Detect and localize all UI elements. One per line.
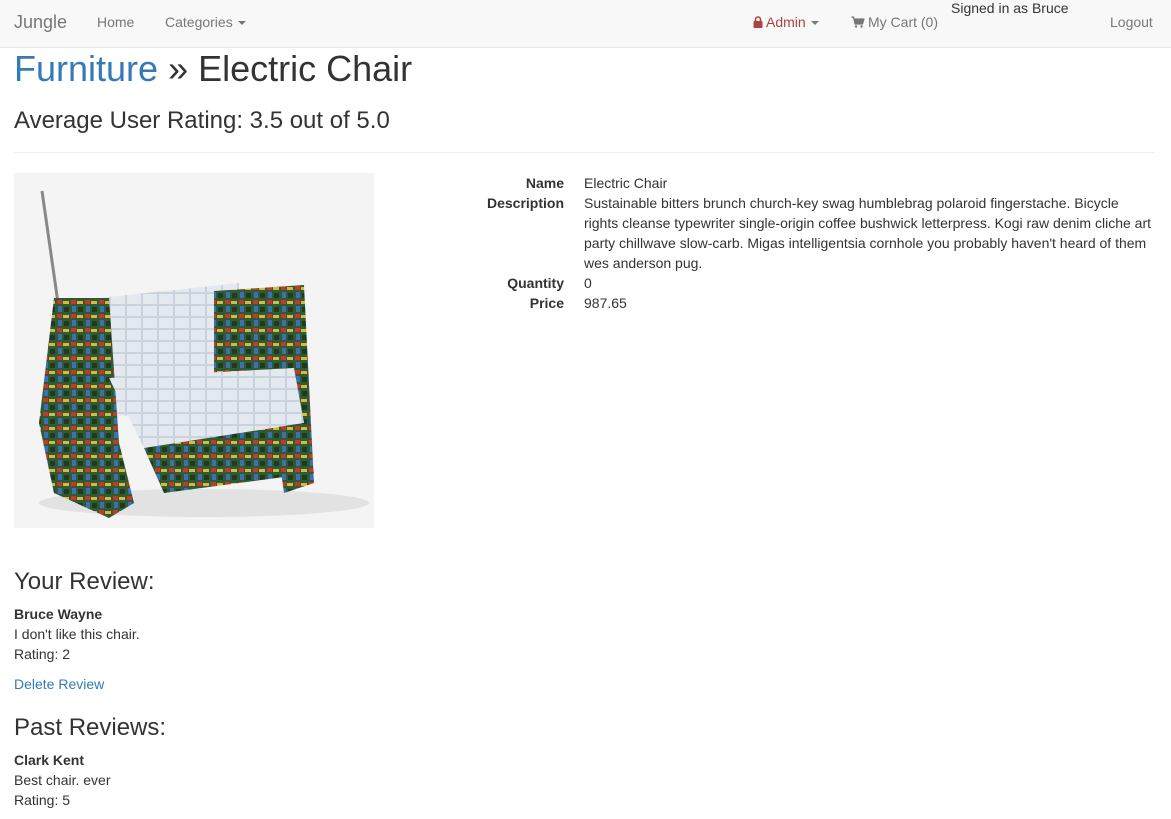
description-label: Description [486, 195, 564, 211]
navbar: Jungle Home Categories Admin My Cart (0)… [0, 0, 1171, 48]
description-value: Sustainable bitters brunch church-key sw… [584, 195, 1151, 271]
detail-row-quantity: Quantity 0 [430, 273, 1155, 293]
your-review-text: I don't like this chair. [14, 626, 140, 642]
nav-cart-label: My Cart (0) [868, 14, 938, 30]
quantity-label: Quantity [507, 275, 564, 291]
detail-row-price: Price 987.65 [430, 293, 1155, 313]
your-review-author: Bruce Wayne [14, 606, 103, 622]
quantity-value: 0 [584, 275, 592, 291]
lock-icon [753, 16, 763, 28]
your-review-heading: Your Review: [14, 568, 155, 595]
breadcrumb-separator: » [158, 48, 199, 89]
detail-row-name: Name Electric Chair [430, 173, 1155, 193]
average-rating: Average User Rating: 3.5 out of 5.0 [14, 107, 390, 134]
past-review-text: Best chair. ever [14, 772, 111, 788]
your-review-rating: Rating: 2 [14, 646, 71, 662]
name-label: Name [525, 175, 564, 191]
shopping-cart-icon [851, 16, 865, 28]
caret-down-icon [237, 21, 246, 26]
past-reviews-heading: Past Reviews: [14, 714, 167, 741]
caret-down-icon [810, 21, 819, 26]
product-details: Name Electric Chair Description Sustaina… [430, 173, 1155, 313]
brand-link[interactable]: Jungle [14, 12, 67, 33]
name-value: Electric Chair [584, 175, 668, 191]
product-title: Electric Chair [198, 48, 413, 89]
delete-review-link[interactable]: Delete Review [14, 674, 104, 694]
nav-home-link[interactable]: Home [97, 14, 134, 30]
price-label: Price [529, 295, 564, 311]
page-title: Furniture » Electric Chair [14, 49, 412, 89]
past-review-rating: Rating: 5 [14, 792, 71, 808]
signed-in-text: Signed in as Bruce [951, 0, 1069, 16]
past-review-author: Clark Kent [14, 752, 85, 768]
nav-cart-link[interactable]: My Cart (0) [851, 14, 938, 30]
product-image [14, 173, 374, 528]
detail-row-description: Description Sustainable bitters brunch c… [430, 193, 1155, 273]
price-value: 987.65 [584, 295, 627, 311]
nav-admin-dropdown[interactable]: Admin [753, 14, 819, 30]
nav-categories-dropdown[interactable]: Categories [165, 14, 246, 30]
category-breadcrumb-link[interactable]: Furniture [14, 48, 158, 89]
logout-link[interactable]: Logout [1110, 14, 1153, 30]
nav-categories-label: Categories [165, 14, 233, 30]
nav-admin-label: Admin [766, 14, 806, 30]
divider [14, 152, 1155, 153]
